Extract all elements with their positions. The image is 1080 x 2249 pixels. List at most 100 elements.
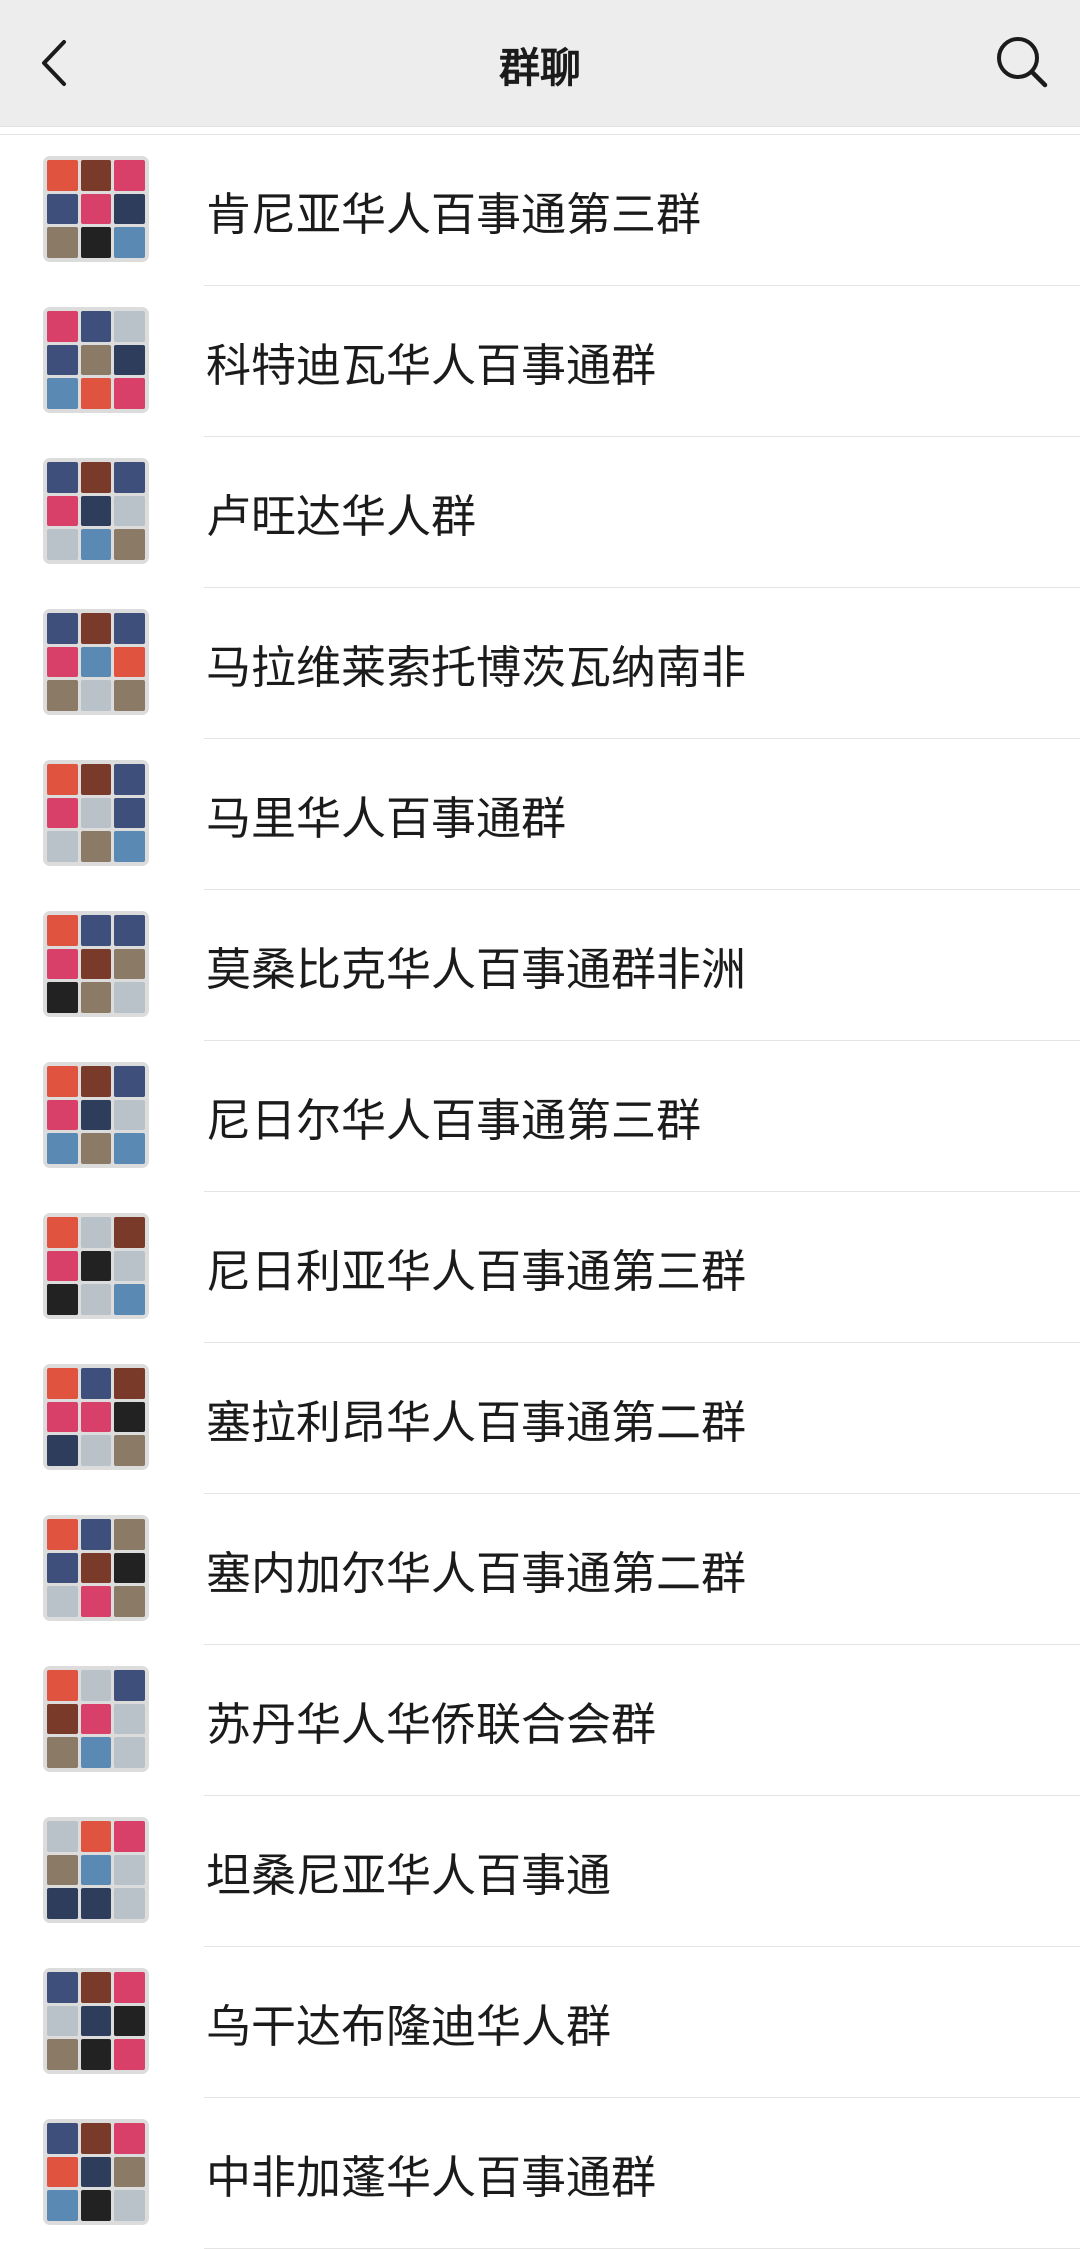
member-avatar-tile: [47, 1670, 78, 1701]
member-avatar-tile: [47, 1703, 78, 1735]
member-avatar-tile: [114, 529, 145, 560]
member-avatar-tile: [80, 1586, 112, 1617]
member-avatar-tile: [80, 1133, 112, 1164]
member-avatar-tile: [80, 1670, 112, 1701]
group-avatar: [43, 760, 149, 866]
member-avatar-tile: [47, 1435, 78, 1466]
group-avatar: [43, 1213, 149, 1319]
group-avatar: [43, 458, 149, 564]
member-avatar-tile: [114, 1519, 145, 1550]
group-row[interactable]: 乌干达布隆迪华人群: [0, 1947, 1080, 2098]
group-row[interactable]: 卢旺达华人群: [0, 437, 1080, 588]
group-row[interactable]: 马拉维莱索托博茨瓦纳南非: [0, 588, 1080, 739]
group-avatar: [43, 1515, 149, 1621]
member-avatar-tile: [80, 160, 112, 191]
group-avatar: [43, 1817, 149, 1923]
member-avatar-tile: [114, 915, 145, 946]
group-row[interactable]: 中非加蓬华人百事通群: [0, 2098, 1080, 2249]
group-row[interactable]: 科特迪瓦华人百事通群: [0, 286, 1080, 437]
group-avatar: [43, 1364, 149, 1470]
member-avatar-tile: [80, 529, 112, 560]
member-avatar-tile: [114, 2190, 145, 2221]
member-avatar-tile: [114, 1133, 145, 1164]
member-avatar-tile: [80, 948, 112, 980]
member-avatar-tile: [47, 1066, 78, 1097]
member-avatar-tile: [80, 227, 112, 258]
group-name: 尼日尔华人百事通第三群: [206, 1094, 702, 1147]
member-avatar-tile: [47, 1888, 78, 1919]
member-avatar-tile: [47, 311, 78, 342]
member-avatar-tile: [80, 1972, 112, 2003]
group-row[interactable]: 塞拉利昂华人百事通第二群: [0, 1343, 1080, 1494]
member-avatar-tile: [80, 2156, 112, 2188]
member-avatar-tile: [80, 495, 112, 527]
group-row[interactable]: 坦桑尼亚华人百事通: [0, 1796, 1080, 1947]
member-avatar-tile: [114, 1552, 145, 1584]
member-avatar-tile: [80, 1099, 112, 1131]
member-avatar-tile: [47, 1821, 78, 1852]
member-avatar-tile: [80, 2190, 112, 2221]
member-avatar-tile: [80, 915, 112, 946]
member-avatar-tile: [47, 1250, 78, 1282]
group-avatar: [43, 307, 149, 413]
member-avatar-tile: [80, 344, 112, 376]
member-avatar-tile: [80, 193, 112, 225]
member-avatar-tile: [80, 797, 112, 829]
member-avatar-tile: [114, 1099, 145, 1131]
member-avatar-tile: [114, 1670, 145, 1701]
member-avatar-tile: [80, 1284, 112, 1315]
member-avatar-tile: [80, 1821, 112, 1852]
member-avatar-tile: [114, 1250, 145, 1282]
member-avatar-tile: [80, 646, 112, 678]
member-avatar-tile: [114, 613, 145, 644]
member-avatar-tile: [47, 160, 78, 191]
member-avatar-tile: [47, 1401, 78, 1433]
group-avatar: [43, 1666, 149, 1772]
member-avatar-tile: [47, 193, 78, 225]
group-name: 莫桑比克华人百事通群非洲: [206, 943, 747, 996]
member-avatar-tile: [47, 1099, 78, 1131]
member-avatar-tile: [47, 1284, 78, 1315]
member-avatar-tile: [114, 193, 145, 225]
member-avatar-tile: [47, 1217, 78, 1248]
member-avatar-tile: [114, 495, 145, 527]
group-row[interactable]: 塞内加尔华人百事通第二群: [0, 1494, 1080, 1645]
group-name: 马拉维莱索托博茨瓦纳南非: [206, 641, 747, 694]
member-avatar-tile: [114, 378, 145, 409]
member-avatar-tile: [80, 1435, 112, 1466]
member-avatar-tile: [47, 2005, 78, 2037]
group-row[interactable]: 苏丹华人华侨联合会群: [0, 1645, 1080, 1796]
group-name: 科特迪瓦华人百事通群: [206, 339, 657, 392]
member-avatar-tile: [114, 797, 145, 829]
member-avatar-tile: [47, 462, 78, 493]
group-name: 马里华人百事通群: [206, 792, 567, 845]
member-avatar-tile: [47, 1586, 78, 1617]
group-row[interactable]: 尼日利亚华人百事通第三群: [0, 1192, 1080, 1343]
member-avatar-tile: [114, 1854, 145, 1886]
member-avatar-tile: [114, 680, 145, 711]
group-name: 尼日利亚华人百事通第三群: [206, 1245, 747, 1298]
member-avatar-tile: [47, 1552, 78, 1584]
group-row[interactable]: 莫桑比克华人百事通群非洲: [0, 890, 1080, 1041]
group-name: 塞拉利昂华人百事通第二群: [206, 1396, 747, 1449]
group-avatar: [43, 1968, 149, 2074]
group-row[interactable]: 尼日尔华人百事通第三群: [0, 1041, 1080, 1192]
member-avatar-tile: [47, 948, 78, 980]
member-avatar-tile: [47, 344, 78, 376]
search-button[interactable]: [990, 30, 1054, 94]
member-avatar-tile: [47, 613, 78, 644]
group-row[interactable]: 马里华人百事通群: [0, 739, 1080, 890]
member-avatar-tile: [114, 1888, 145, 1919]
group-avatar: [43, 609, 149, 715]
group-avatar: [43, 156, 149, 262]
member-avatar-tile: [80, 1066, 112, 1097]
member-avatar-tile: [47, 1854, 78, 1886]
member-avatar-tile: [114, 1217, 145, 1248]
group-row[interactable]: 肯尼亚华人百事通第三群: [0, 135, 1080, 286]
member-avatar-tile: [80, 1401, 112, 1433]
page-title: 群聊: [499, 43, 581, 92]
member-avatar-tile: [114, 1703, 145, 1735]
member-avatar-tile: [114, 2123, 145, 2154]
member-avatar-tile: [114, 2039, 145, 2070]
member-avatar-tile: [80, 1368, 112, 1399]
